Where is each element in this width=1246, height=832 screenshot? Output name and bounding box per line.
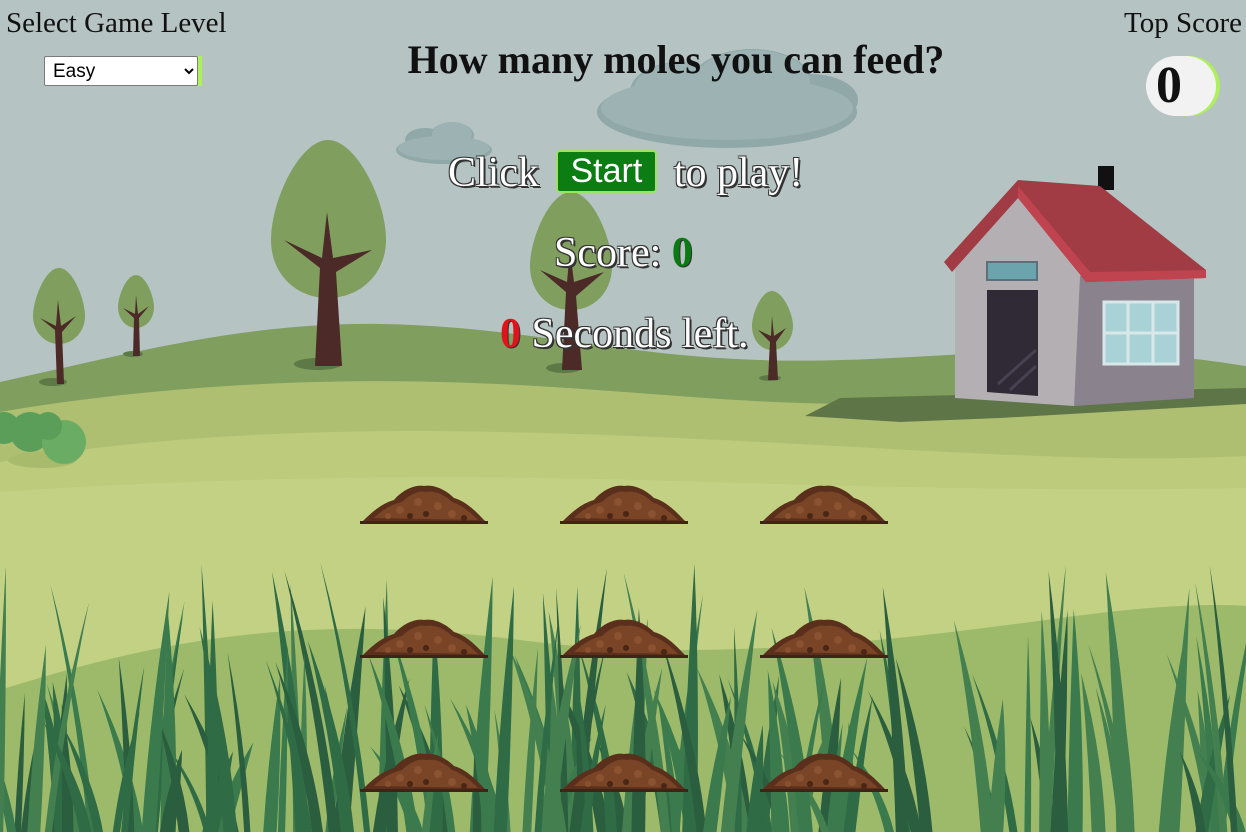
start-prompt: Click Start to play! [448, 150, 803, 196]
top-score-label: Top Score [1124, 7, 1242, 39]
level-select-label: Select Game Level [6, 7, 227, 39]
mole-hole-9[interactable] [760, 750, 888, 792]
game-title: How many moles you can feed? [407, 37, 945, 82]
mole-hole-1[interactable] [360, 482, 488, 524]
prompt-click-text: Click [448, 150, 539, 196]
mole-hole-5[interactable] [560, 616, 688, 658]
timer-label: Seconds left. [531, 311, 749, 357]
mole-hole-7[interactable] [360, 750, 488, 792]
score-value: 0 [671, 230, 693, 276]
timer-value: 0 [500, 311, 521, 357]
score-label: Score: [554, 230, 662, 276]
level-panel: Select Game Level Easy [6, 6, 246, 86]
mole-hole-4[interactable] [360, 616, 488, 658]
score-display: Score: 0 [554, 230, 693, 276]
mole-hole-2[interactable] [560, 482, 688, 524]
mole-hole-8[interactable] [560, 750, 688, 792]
timer-display: 0 Seconds left. [500, 311, 748, 357]
prompt-play-text: to play! [673, 150, 804, 196]
game-stage: Select Game Level Easy Top Score 0 How m… [0, 0, 1246, 832]
mole-hole-6[interactable] [760, 616, 888, 658]
landscape-background [0, 0, 1246, 832]
start-button[interactable]: Start [555, 150, 658, 193]
mole-hole-3[interactable] [760, 482, 888, 524]
